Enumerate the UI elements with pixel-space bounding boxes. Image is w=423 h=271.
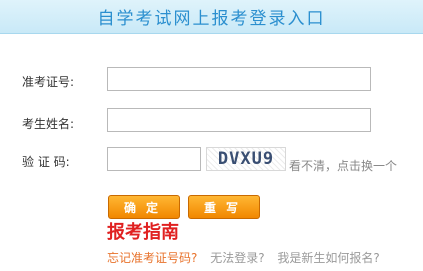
name-label: 考生姓名: (22, 117, 75, 131)
admission-number-label: 准考证号: (22, 75, 75, 89)
admission-number-input[interactable] (107, 67, 371, 91)
captcha-text: DVXU9 (217, 149, 275, 169)
forgot-admission-number-link[interactable]: 忘记准考证号码? (107, 251, 197, 265)
new-student-registration-link[interactable]: 我是新生如何报名? (277, 251, 379, 265)
reset-button[interactable]: 重写 (188, 195, 260, 219)
guide-title: 报考指南 (107, 222, 179, 243)
captcha-input[interactable] (107, 147, 201, 171)
page-title: 自学考试网上报考登录入口 (97, 9, 326, 29)
name-input[interactable] (107, 108, 371, 132)
header-banner: 自学考试网上报考登录入口 (0, 0, 423, 34)
help-links: 忘记准考证号码? 无法登录? 我是新生如何报名? (107, 249, 389, 266)
confirm-button[interactable]: 确定 (108, 195, 180, 219)
captcha-label: 验 证 码: (22, 155, 70, 169)
captcha-image[interactable]: DVXU9 (206, 147, 286, 171)
refresh-captcha-link[interactable]: 看不清，点击换一个 (289, 157, 397, 174)
cannot-login-link[interactable]: 无法登录? (210, 251, 264, 265)
